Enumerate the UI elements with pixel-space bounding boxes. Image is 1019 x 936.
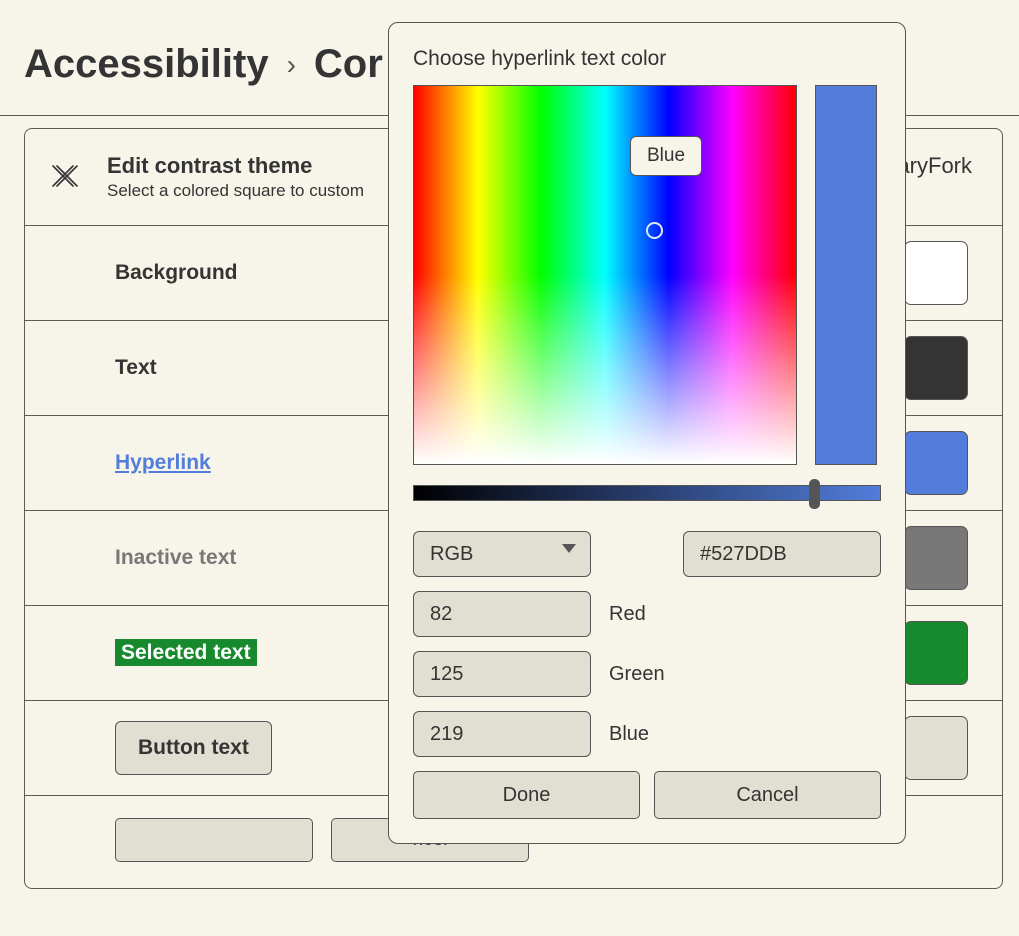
breadcrumb-current: Cor xyxy=(314,42,383,87)
slider-thumb[interactable] xyxy=(809,479,820,509)
panel-title: Edit contrast theme xyxy=(107,153,364,179)
green-label: Green xyxy=(609,663,665,686)
swatch-selected[interactable] xyxy=(904,621,968,685)
swatch-background[interactable] xyxy=(904,241,968,305)
red-label: Red xyxy=(609,603,646,626)
done-button[interactable]: Done xyxy=(413,771,640,819)
red-input[interactable]: 82 xyxy=(413,591,591,637)
chevron-down-icon xyxy=(562,544,576,553)
color-tooltip: Blue xyxy=(630,136,702,176)
blue-label: Blue xyxy=(609,723,649,746)
input-value: 219 xyxy=(430,723,463,746)
save-button[interactable] xyxy=(115,818,313,862)
swatch-inactive[interactable] xyxy=(904,526,968,590)
lightness-slider[interactable] xyxy=(413,485,881,501)
hex-input[interactable]: #527DDB xyxy=(683,531,881,577)
input-value: 125 xyxy=(430,663,463,686)
panel-subtitle: Select a colored square to custom xyxy=(107,181,364,201)
hex-value: #527DDB xyxy=(700,543,787,566)
modal-cancel-button[interactable]: Cancel xyxy=(654,771,881,819)
blue-input[interactable]: 219 xyxy=(413,711,591,757)
palette-icon xyxy=(47,157,83,193)
chevron-right-icon: › xyxy=(287,49,296,81)
color-picker-modal: Choose hyperlink text color Blue RGB #52… xyxy=(388,22,906,844)
input-value: 82 xyxy=(430,603,452,626)
sv-cursor[interactable] xyxy=(646,222,663,239)
breadcrumb-root[interactable]: Accessibility xyxy=(24,42,269,87)
select-value: RGB xyxy=(430,543,473,566)
color-mode-select[interactable]: RGB xyxy=(413,531,591,577)
selected-highlight: Selected text xyxy=(115,639,257,666)
button-sample: Button text xyxy=(115,721,272,775)
swatch-text[interactable] xyxy=(904,336,968,400)
swatch-button[interactable] xyxy=(904,716,968,780)
value-preview-bar[interactable] xyxy=(815,85,877,465)
modal-title: Choose hyperlink text color xyxy=(413,47,881,71)
swatch-hyperlink[interactable] xyxy=(904,431,968,495)
saturation-hue-area[interactable]: Blue xyxy=(413,85,797,465)
green-input[interactable]: 125 xyxy=(413,651,591,697)
